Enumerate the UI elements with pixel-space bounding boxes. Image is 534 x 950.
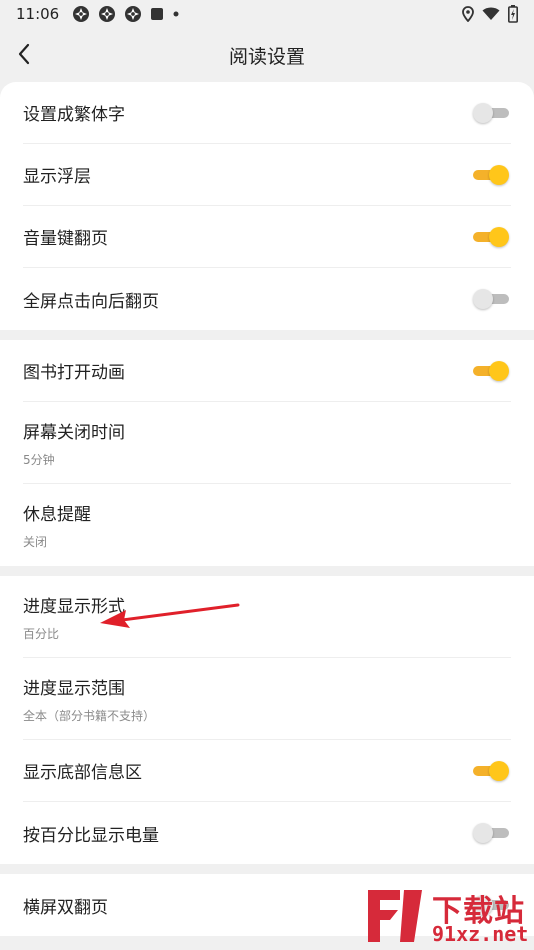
setting-value: 关闭 <box>23 535 48 549</box>
setting-screen-off-time[interactable]: 屏幕关闭时间 5分钟 <box>23 402 511 484</box>
watermark-domain: 91xz.net <box>432 922 529 946</box>
settings-group-display: 设置成繁体字 显示浮层 音量键翻页 全屏点击向后翻页 <box>0 82 534 330</box>
wifi-icon <box>482 7 500 21</box>
setting-fullscreen-tap-forward[interactable]: 全屏点击向后翻页 <box>23 268 511 330</box>
setting-show-bottom-info[interactable]: 显示底部信息区 <box>23 740 511 802</box>
setting-label: 进度显示范围 <box>23 678 125 699</box>
settings-group-behavior: 图书打开动画 屏幕关闭时间 5分钟 休息提醒 关闭 <box>0 340 534 566</box>
site-watermark: 下载站 91xz.net <box>360 884 534 950</box>
setting-label: 音量键翻页 <box>23 229 108 249</box>
setting-rest-reminder[interactable]: 休息提醒 关闭 <box>23 484 511 566</box>
app-header: 阅读设置 <box>0 32 534 78</box>
toggle-switch[interactable] <box>473 760 509 782</box>
toggle-switch[interactable] <box>473 226 509 248</box>
watermark-logo-icon <box>368 890 422 942</box>
setting-show-overlay[interactable]: 显示浮层 <box>23 144 511 206</box>
setting-traditional-chinese[interactable]: 设置成繁体字 <box>23 82 511 144</box>
setting-label: 休息提醒 <box>23 505 91 525</box>
setting-label: 显示浮层 <box>23 167 91 187</box>
notification-app-icon <box>124 5 142 23</box>
notification-app-icon <box>98 5 116 23</box>
setting-label: 图书打开动画 <box>23 363 125 383</box>
toggle-switch[interactable] <box>473 164 509 186</box>
notification-app-icon <box>72 5 90 23</box>
toggle-switch[interactable] <box>473 288 509 310</box>
setting-volume-key-flip[interactable]: 音量键翻页 <box>23 206 511 268</box>
settings-list: 设置成繁体字 显示浮层 音量键翻页 全屏点击向后翻页 图书打开动画 屏幕关闭时间… <box>0 82 534 936</box>
toggle-switch[interactable] <box>473 360 509 382</box>
settings-group-progress: 进度显示形式 百分比 进度显示范围 全本（部分书籍不支持） 显示底部信息区 按百… <box>0 576 534 864</box>
setting-label: 显示底部信息区 <box>23 763 142 783</box>
annotation-arrow <box>100 603 240 628</box>
setting-progress-format[interactable]: 进度显示形式 百分比 <box>23 576 511 658</box>
status-time: 11:06 <box>16 5 60 23</box>
setting-label: 横屏双翻页 <box>23 897 108 918</box>
setting-book-open-animation[interactable]: 图书打开动画 <box>23 340 511 402</box>
setting-value: 5分钟 <box>23 452 55 467</box>
setting-label: 设置成繁体字 <box>23 105 125 125</box>
setting-progress-range[interactable]: 进度显示范围 全本（部分书籍不支持） <box>23 658 511 740</box>
setting-label: 全屏点击向后翻页 <box>23 291 159 312</box>
setting-label: 屏幕关闭时间 <box>23 422 125 443</box>
location-icon <box>462 6 474 22</box>
status-bar: 11:06 <box>0 0 534 28</box>
toggle-switch[interactable] <box>473 102 509 124</box>
setting-battery-percentage[interactable]: 按百分比显示电量 <box>23 802 511 864</box>
toggle-switch[interactable] <box>473 822 509 844</box>
notification-square-icon <box>150 7 164 21</box>
page-title: 阅读设置 <box>228 46 305 68</box>
more-notifications-dot-icon <box>172 10 180 18</box>
battery-charging-icon <box>508 5 518 23</box>
setting-label: 按百分比显示电量 <box>23 825 159 846</box>
setting-value: 全本（部分书籍不支持） <box>23 708 156 723</box>
